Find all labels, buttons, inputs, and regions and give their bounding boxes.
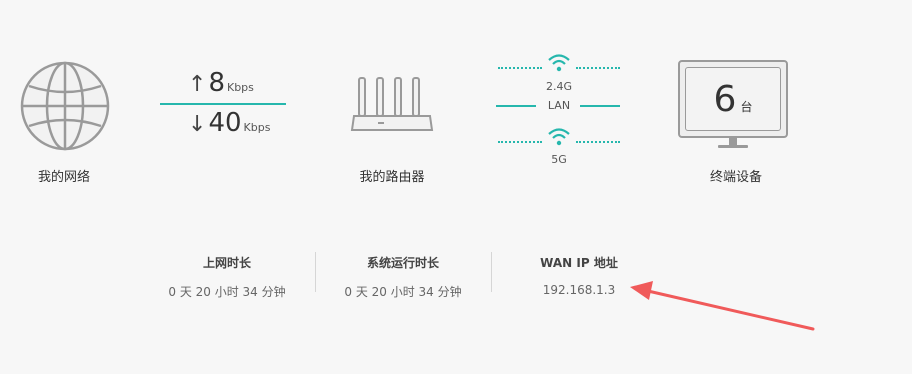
my-network-widget[interactable]: 我的网络	[4, 58, 124, 188]
monitor-display: 6 台	[685, 67, 781, 131]
upload-speed: ↑ 8 Kbps	[188, 68, 254, 98]
stat-divider-2	[491, 252, 492, 292]
online-duration-value: 0 天 20 小时 34 分钟	[168, 285, 286, 299]
annotation-arrow-icon	[630, 281, 815, 331]
my-router-widget[interactable]: 我的路由器	[332, 76, 452, 188]
router-icon	[350, 77, 434, 131]
system-uptime-value: 0 天 20 小时 34 分钟	[344, 285, 462, 299]
lan-line-right	[580, 105, 620, 107]
devices-label: 终端设备	[709, 170, 762, 185]
wan-ip-title: WAN IP 地址	[540, 256, 618, 270]
lan-label: LAN	[547, 99, 571, 112]
connection-bands: 2.4G LAN 5G	[494, 50, 624, 170]
online-duration-title: 上网时长	[202, 256, 251, 270]
wifi-5-icon	[548, 128, 570, 146]
speed-widget: ↑ 8 Kbps ↓ 40 Kbps	[160, 68, 288, 140]
upload-value: 8	[208, 68, 225, 98]
upload-unit: Kbps	[226, 81, 254, 94]
wifi-24-dots-right	[576, 67, 620, 69]
router-label: 我的路由器	[359, 170, 425, 185]
wifi-5-dots-right	[576, 141, 620, 143]
up-arrow-icon: ↑	[188, 72, 207, 97]
wifi-5-dots-left	[498, 141, 542, 143]
wifi-24-dots-left	[498, 67, 542, 69]
network-label: 我的网络	[37, 170, 90, 185]
device-unit: 台	[740, 99, 753, 114]
monitor-icon: 6 台	[678, 60, 788, 138]
speed-divider	[160, 103, 286, 105]
system-uptime: 系统运行时长 0 天 20 小时 34 分钟	[328, 254, 478, 300]
wifi-5-label: 5G	[551, 153, 567, 166]
wifi-24-label: 2.4G	[545, 80, 573, 93]
online-duration: 上网时长 0 天 20 小时 34 分钟	[152, 254, 302, 300]
download-value: 40	[208, 108, 242, 138]
down-arrow-icon: ↓	[188, 112, 207, 137]
device-count: 6	[713, 78, 737, 120]
lan-line-left	[496, 105, 536, 107]
download-speed: ↓ 40 Kbps	[188, 108, 270, 138]
wifi-24-icon	[548, 54, 570, 72]
system-uptime-title: 系统运行时长	[366, 256, 439, 270]
stat-divider-1	[315, 252, 316, 292]
devices-widget[interactable]: 6 台 终端设备	[676, 60, 796, 190]
globe-icon	[20, 61, 110, 151]
monitor-base	[718, 145, 748, 148]
download-unit: Kbps	[243, 121, 271, 134]
